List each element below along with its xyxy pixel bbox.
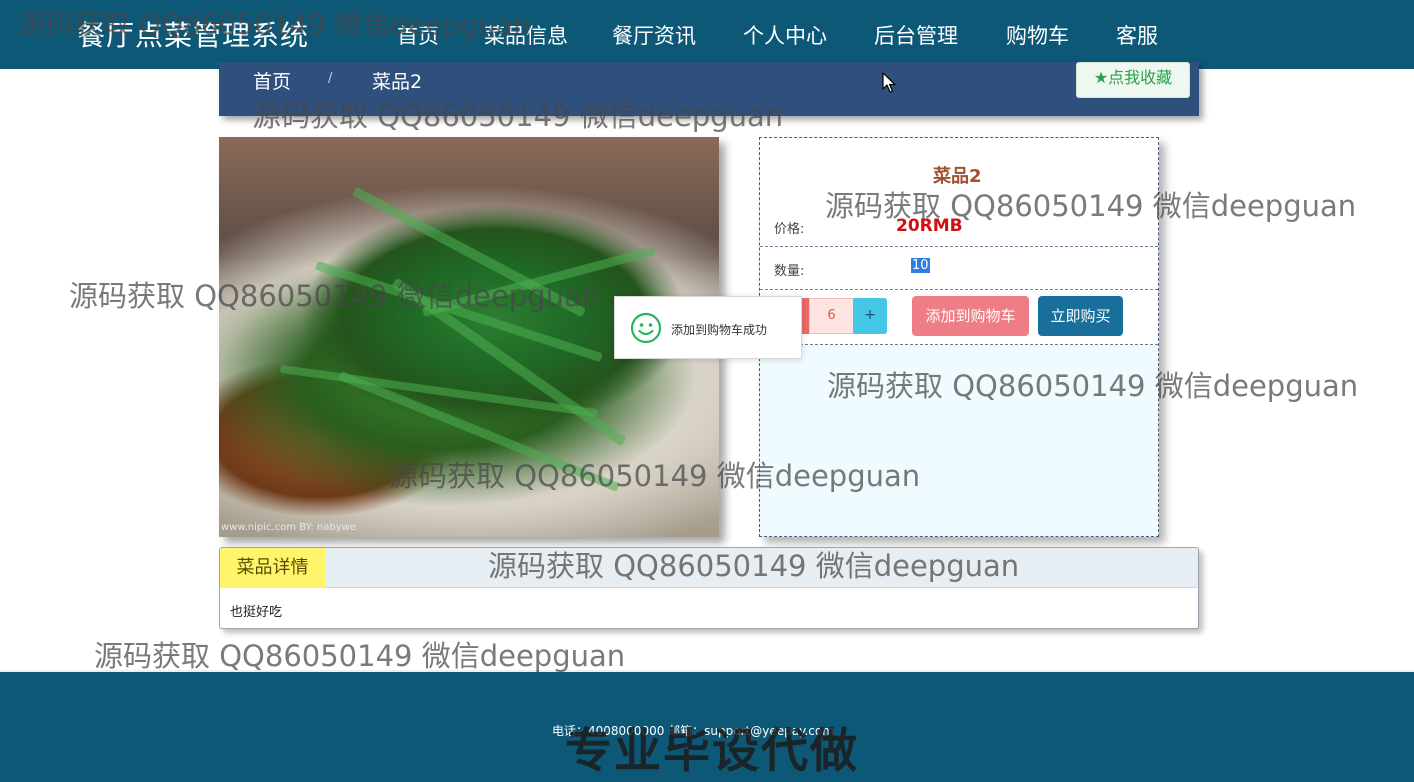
quantity-stepper[interactable]: 6 <box>809 298 854 334</box>
quantity-row: 数量: <box>760 247 1158 290</box>
mouse-cursor-icon <box>882 72 896 93</box>
footer: 电话：4008000000 邮箱：support@yeepay.com 专业毕设… <box>0 670 1414 782</box>
watermark: 源码获取 QQ86050149 微信deepguan <box>488 549 1020 583</box>
breadcrumb-current: 菜品2 <box>372 71 423 93</box>
description-text: 也挺好吃 <box>230 605 283 620</box>
watermark: 源码获取 QQ86050149 微信deepguan <box>252 99 784 133</box>
favorite-button[interactable]: ★点我收藏 <box>1076 62 1190 98</box>
image-caption: www.nipic.com BY: nabywe <box>221 522 356 533</box>
tab-dish-details[interactable]: 菜品详情 <box>220 548 325 588</box>
watermark: 源码获取 QQ86050149 微信deepguan <box>18 8 531 41</box>
add-to-cart-button[interactable]: 添加到购物车 <box>912 296 1029 336</box>
toast-message: 添加到购物车成功 <box>671 323 768 337</box>
watermark: 源码获取 QQ86050149 微信deepguan <box>69 279 601 313</box>
quantity-label: 数量: <box>774 264 805 279</box>
smile-icon <box>630 312 662 344</box>
watermark: 源码获取 QQ86050149 微信deepguan <box>94 639 626 673</box>
nav-item-service[interactable]: 客服 <box>1116 20 1158 50</box>
price-label: 价格: <box>774 222 805 237</box>
nav-item-news[interactable]: 餐厅资讯 <box>612 20 696 50</box>
increment-button[interactable]: + <box>853 298 887 334</box>
nav-item-admin[interactable]: 后台管理 <box>874 20 958 50</box>
watermark: 源码获取 QQ86050149 微信deepguan <box>825 189 1357 223</box>
watermark: 源码获取 QQ86050149 微信deepguan <box>389 459 921 493</box>
nav-item-cart[interactable]: 购物车 <box>1006 20 1069 50</box>
nav-item-profile[interactable]: 个人中心 <box>743 20 827 50</box>
watermark: 源码获取 QQ86050149 微信deepguan <box>827 369 1359 403</box>
breadcrumb-separator: / <box>328 71 333 86</box>
success-toast: 添加到购物车成功 <box>614 296 802 359</box>
buy-now-button[interactable]: 立即购买 <box>1038 296 1123 336</box>
breadcrumb-home[interactable]: 首页 <box>253 67 291 94</box>
footer-promo-text: 专业毕设代做 <box>565 724 859 779</box>
quantity-value: 10 <box>911 258 930 273</box>
